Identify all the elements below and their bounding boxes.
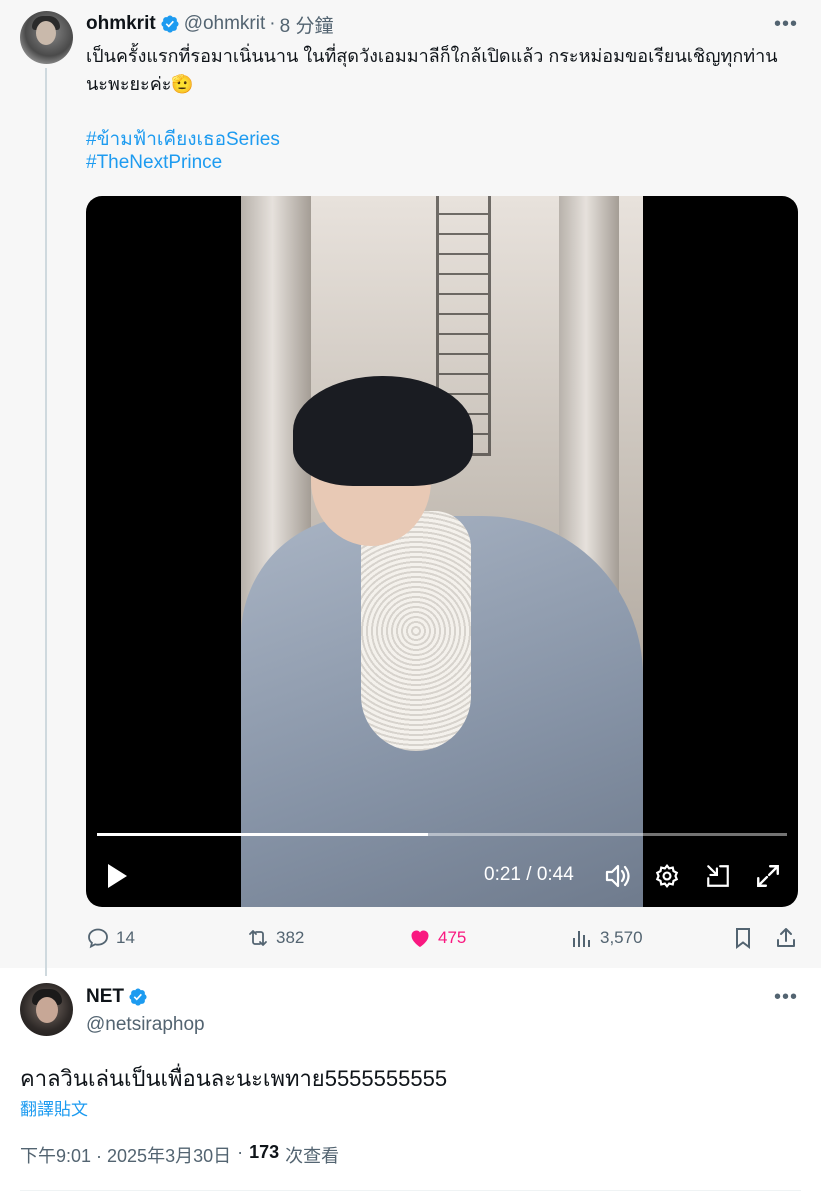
reply-header: NET (86, 986, 148, 1008)
handle[interactable]: @ohmkrit (184, 13, 266, 35)
display-name[interactable]: NET (86, 986, 124, 1008)
repost-icon (249, 930, 267, 946)
play-icon[interactable] (106, 863, 128, 889)
views-icon (573, 931, 590, 947)
tweet-header: ohmkrit @ohmkrit · 8 分鐘 (86, 11, 334, 38)
tweet-meta: 下午9:01 · 2025年3月30日 · 173 次查看 (20, 1142, 339, 1168)
reply-action[interactable]: 14 (86, 925, 135, 951)
video-progress-bar[interactable] (97, 833, 787, 836)
thread-line (45, 68, 47, 976)
views-action[interactable]: 3,570 (570, 925, 643, 951)
repost-action[interactable]: 382 (246, 925, 304, 951)
dock-icon[interactable] (705, 863, 731, 889)
reply-text: คาลวินเล่นเป็นเพื่อนละนะเพทาย5555555555 (20, 1066, 448, 1091)
display-name[interactable]: ohmkrit (86, 13, 156, 35)
more-icon[interactable]: ••• (774, 14, 798, 34)
tweet-text: เป็นครั้งแรกที่รอมาเนิ่นนาน ในที่สุดวังเ… (86, 46, 778, 94)
avatar[interactable] (20, 11, 73, 64)
timestamp[interactable]: 8 分鐘 (280, 11, 334, 38)
separator-dot: · (269, 13, 276, 34)
volume-icon[interactable] (604, 863, 632, 889)
like-count: 475 (438, 928, 467, 947)
like-icon (411, 930, 429, 947)
bookmark-icon (736, 928, 750, 949)
hashtag-link[interactable]: #ข้ามฟ้าเคียงเธอSeries (86, 124, 280, 154)
like-action[interactable]: 475 (408, 925, 466, 951)
parent-tweet[interactable]: ohmkrit @ohmkrit · 8 分鐘 ••• เป็นครั้งแรก… (0, 0, 821, 976)
share-icon (777, 928, 795, 947)
avatar[interactable] (20, 983, 73, 1036)
share-action[interactable] (774, 925, 798, 951)
fullscreen-icon[interactable] (755, 863, 781, 889)
views-label: 次查看 (285, 1146, 340, 1166)
reply-icon (88, 928, 108, 949)
separator-dot: · (237, 1142, 244, 1162)
verified-badge-icon (129, 988, 147, 1006)
translate-link[interactable]: 翻譯貼文 (20, 1095, 88, 1120)
video-player[interactable]: 0:21 / 0:44 (86, 196, 798, 907)
views-count: 173 (249, 1142, 280, 1162)
video-frame (241, 196, 643, 907)
reply-count: 14 (116, 928, 135, 947)
divider (20, 1190, 801, 1191)
video-progress-fill (97, 833, 429, 836)
handle[interactable]: @netsiraphop (86, 1014, 205, 1036)
timestamp[interactable]: 下午9:01 · 2025年3月30日 (20, 1142, 231, 1168)
bookmark-action[interactable] (731, 925, 755, 951)
settings-icon[interactable] (654, 863, 680, 889)
more-icon[interactable]: ••• (774, 987, 798, 1007)
video-timecode: 0:21 / 0:44 (484, 864, 574, 885)
views-count: 3,570 (600, 928, 643, 947)
hashtag-link[interactable]: #TheNextPrince (86, 152, 222, 174)
verified-badge-icon (161, 15, 179, 33)
repost-count: 382 (276, 928, 305, 947)
